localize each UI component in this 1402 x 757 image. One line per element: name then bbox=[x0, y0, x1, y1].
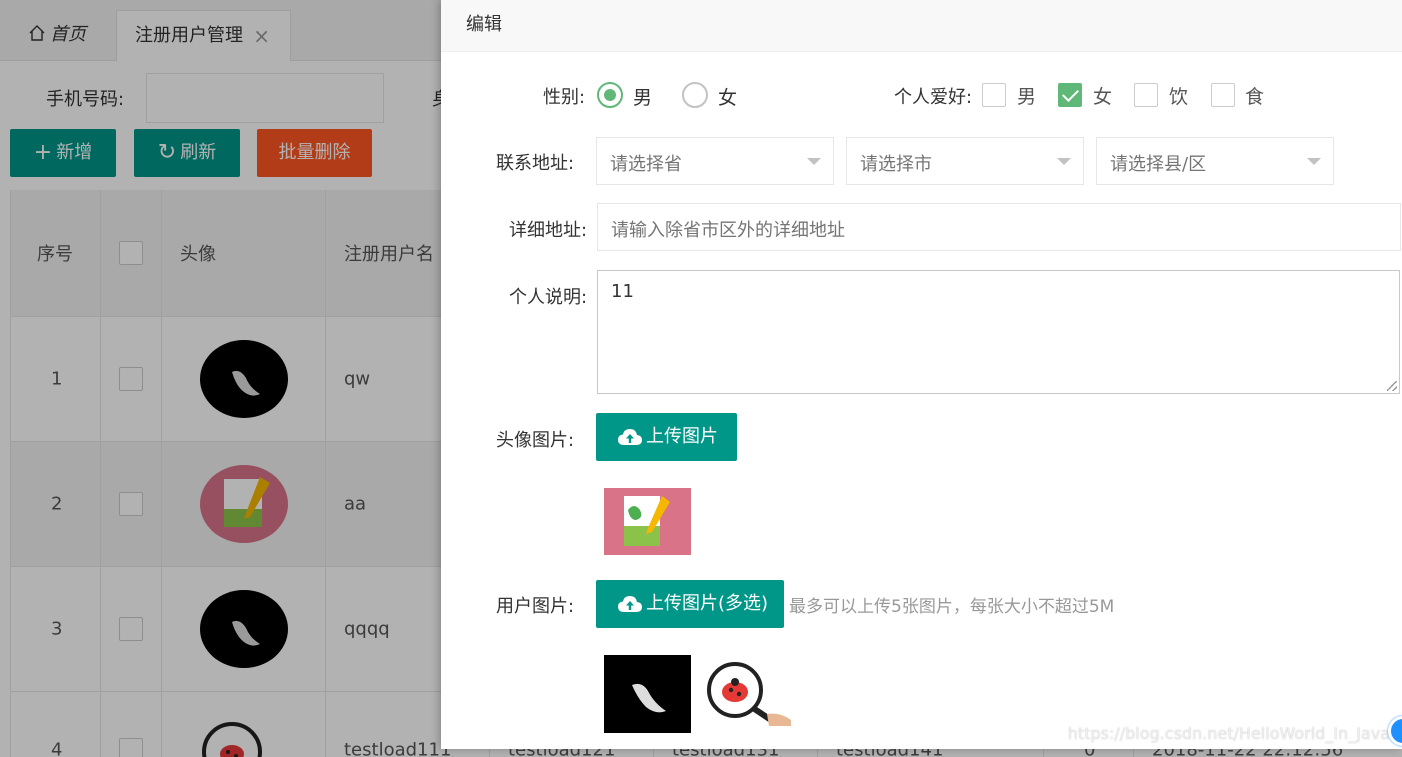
user-images-label: 用户图片: bbox=[496, 596, 575, 617]
city-placeholder: 请选择市 bbox=[860, 154, 932, 175]
county-select[interactable]: 请选择县/区 bbox=[1096, 137, 1334, 185]
hobby-checkbox-2[interactable] bbox=[1058, 83, 1082, 107]
resize-grip-icon[interactable] bbox=[1387, 381, 1397, 391]
cloud-upload-icon bbox=[618, 429, 642, 445]
hobby-label-2[interactable]: 女 bbox=[1093, 82, 1112, 109]
panel-title: 编辑 bbox=[441, 0, 1402, 52]
edit-panel: 编辑 性别: 男 女 个人爱好: 男 女 饮 食 联系地址: 请选择省 请选择市… bbox=[441, 0, 1402, 749]
chevron-down-icon bbox=[1307, 158, 1321, 165]
user-images-upload-button[interactable]: 上传图片(多选) bbox=[596, 580, 784, 628]
watermark: https://blog.csdn.net/HelloWorld_In_Java bbox=[1067, 724, 1390, 743]
hobby-checkbox-1[interactable] bbox=[982, 83, 1006, 107]
hobby-checkbox-3[interactable] bbox=[1134, 83, 1158, 107]
user-image-thumbnail[interactable] bbox=[604, 655, 691, 733]
hobby-label-1[interactable]: 男 bbox=[1017, 82, 1036, 109]
detail-address-input[interactable]: 请输入除省市区外的详细地址 bbox=[597, 203, 1401, 251]
user-image-thumbnail[interactable] bbox=[705, 660, 791, 726]
avatar-image-label: 头像图片: bbox=[496, 430, 575, 451]
detail-address-label: 详细地址: bbox=[509, 220, 588, 241]
intro-value: 11 bbox=[611, 281, 634, 302]
province-select[interactable]: 请选择省 bbox=[596, 137, 834, 185]
gender-female-label[interactable]: 女 bbox=[718, 83, 737, 110]
chevron-down-icon bbox=[807, 158, 821, 165]
upload-hint: 最多可以上传5张图片，每张大小不超过5M bbox=[789, 597, 1115, 617]
cloud-upload-icon bbox=[618, 596, 642, 612]
hobby-label-3[interactable]: 饮 bbox=[1169, 82, 1188, 109]
intro-label: 个人说明: bbox=[509, 287, 588, 308]
chevron-down-icon bbox=[1057, 158, 1071, 165]
user-images-upload-label: 上传图片(多选) bbox=[646, 593, 769, 614]
county-placeholder: 请选择县/区 bbox=[1110, 154, 1207, 175]
intro-textarea[interactable]: 11 bbox=[597, 270, 1400, 394]
hobby-label: 个人爱好: bbox=[894, 87, 973, 108]
avatar-upload-label: 上传图片 bbox=[646, 426, 718, 447]
avatar-thumbnail[interactable] bbox=[604, 488, 691, 555]
city-select[interactable]: 请选择市 bbox=[846, 137, 1084, 185]
address-label: 联系地址: bbox=[496, 153, 575, 174]
gender-radio-male[interactable] bbox=[597, 82, 623, 108]
hobby-checkbox-4[interactable] bbox=[1211, 83, 1235, 107]
gender-radio-female[interactable] bbox=[682, 82, 708, 108]
detail-address-placeholder: 请输入除省市区外的详细地址 bbox=[611, 220, 845, 241]
gender-male-label[interactable]: 男 bbox=[633, 83, 652, 110]
hobby-label-4[interactable]: 食 bbox=[1245, 82, 1264, 109]
province-placeholder: 请选择省 bbox=[610, 154, 682, 175]
gender-label: 性别: bbox=[543, 87, 586, 108]
avatar-upload-button[interactable]: 上传图片 bbox=[596, 413, 737, 461]
